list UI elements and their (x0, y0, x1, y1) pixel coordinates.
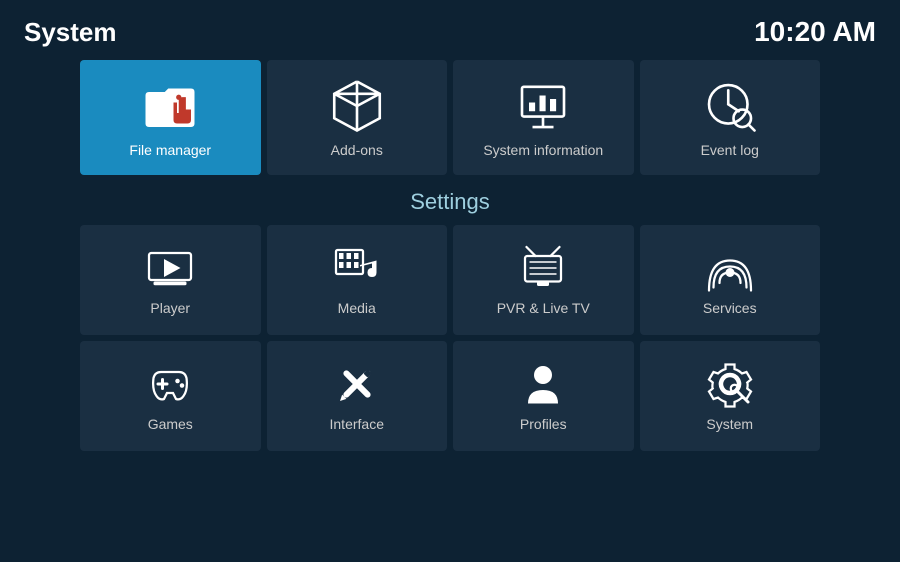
app-title: System (24, 17, 117, 48)
settings-label: Settings (0, 189, 900, 215)
tile-system-information[interactable]: System information (453, 60, 634, 175)
games-icon (146, 360, 194, 408)
add-ons-icon (329, 78, 385, 134)
tile-pvr-live-tv[interactable]: PVR & Live TV (453, 225, 634, 335)
tile-event-log-label: Event log (701, 142, 759, 158)
tile-profiles-label: Profiles (520, 416, 567, 432)
tile-file-manager[interactable]: File manager (80, 60, 261, 175)
pvr-live-tv-icon (519, 244, 567, 292)
tile-media-label: Media (338, 300, 376, 316)
header: System 10:20 AM (0, 0, 900, 56)
tile-player-label: Player (150, 300, 190, 316)
event-log-icon (702, 78, 758, 134)
player-icon (146, 244, 194, 292)
top-row: File manager Add-ons System information (0, 60, 900, 175)
tile-add-ons-label: Add-ons (331, 142, 383, 158)
media-icon (333, 244, 381, 292)
system-information-icon (515, 78, 571, 134)
interface-icon (333, 360, 381, 408)
settings-row-2: Games Interface Profiles (0, 341, 900, 451)
tile-games[interactable]: Games (80, 341, 261, 451)
tile-services[interactable]: Services (640, 225, 821, 335)
system-icon (706, 360, 754, 408)
tile-player[interactable]: Player (80, 225, 261, 335)
tile-system-label: System (706, 416, 753, 432)
settings-row-1: Player Media (0, 225, 900, 335)
profiles-icon (519, 360, 567, 408)
clock: 10:20 AM (754, 16, 876, 48)
tile-profiles[interactable]: Profiles (453, 341, 634, 451)
tile-event-log[interactable]: Event log (640, 60, 821, 175)
tile-file-manager-label: File manager (129, 142, 211, 158)
tile-games-label: Games (148, 416, 193, 432)
file-manager-icon (142, 78, 198, 134)
tile-system-information-label: System information (483, 142, 603, 158)
services-icon (706, 244, 754, 292)
tile-interface-label: Interface (330, 416, 384, 432)
tile-interface[interactable]: Interface (267, 341, 448, 451)
tile-media[interactable]: Media (267, 225, 448, 335)
tile-pvr-live-tv-label: PVR & Live TV (497, 300, 590, 316)
tile-system[interactable]: System (640, 341, 821, 451)
tile-services-label: Services (703, 300, 757, 316)
tile-add-ons[interactable]: Add-ons (267, 60, 448, 175)
